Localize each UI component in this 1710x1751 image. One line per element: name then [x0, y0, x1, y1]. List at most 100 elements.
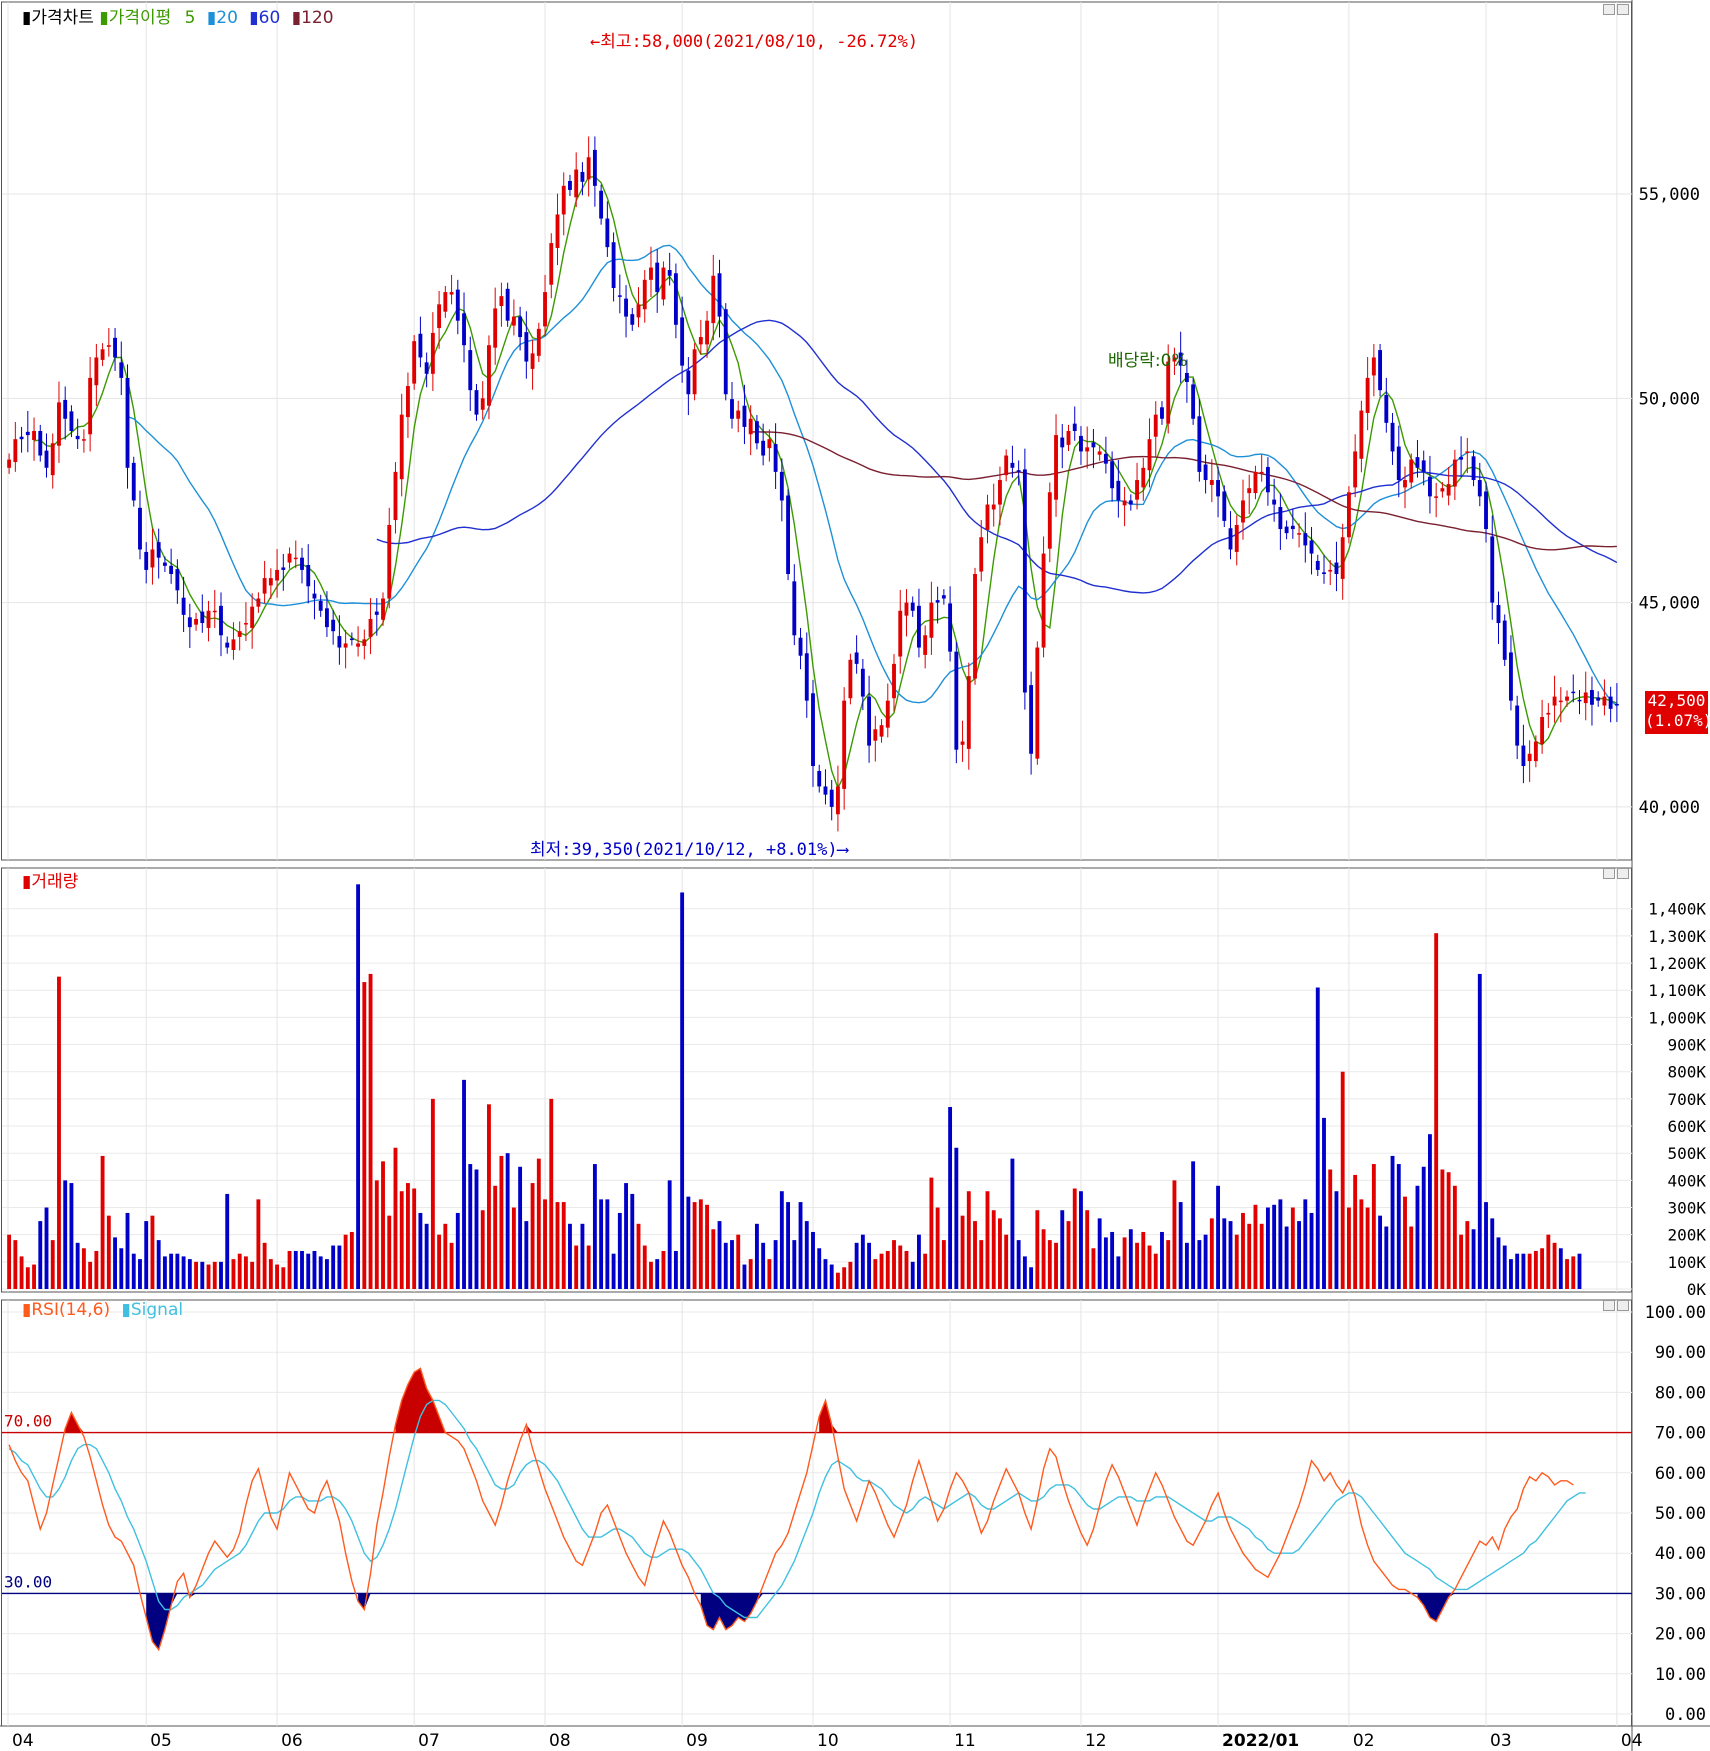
volume-legend-marker: ▮: [22, 872, 32, 892]
volume-bar: [119, 1248, 124, 1289]
volume-bar: [998, 1218, 1002, 1289]
volume-bar: [275, 1264, 280, 1289]
candle-body: [368, 618, 373, 637]
candle-body: [287, 553, 292, 563]
candle-body: [399, 414, 404, 480]
candle-body: [885, 700, 890, 728]
volume-bar: [811, 1231, 815, 1289]
candle-body: [673, 273, 678, 325]
candle-body: [1284, 526, 1289, 534]
volume-bar: [1141, 1231, 1146, 1289]
candle-body: [1396, 446, 1401, 481]
candle-body: [1066, 431, 1071, 445]
volume-pane-minimize-button[interactable]: [1603, 868, 1615, 879]
price-pane-minimize-button[interactable]: [1603, 4, 1615, 15]
volume-bar: [443, 1223, 448, 1289]
candle-body: [50, 443, 55, 476]
candle-body: [1259, 471, 1264, 474]
ma120-legend-marker: ▮: [291, 8, 302, 28]
candle-body: [804, 653, 809, 701]
candle-body: [649, 267, 653, 280]
date-tick-label: 04: [12, 1731, 34, 1751]
candle-body: [1253, 471, 1258, 494]
volume-bar: [268, 1259, 273, 1289]
candle-body: [424, 362, 429, 374]
volume-bar: [655, 1259, 660, 1289]
candle-body: [536, 328, 541, 356]
volume-bar: [1403, 1196, 1407, 1289]
price-tick-label: 40,000: [1639, 798, 1700, 818]
volume-bar: [518, 1166, 523, 1289]
candle-body: [1222, 491, 1227, 521]
candle-body: [393, 471, 398, 521]
volume-bar: [505, 1153, 510, 1289]
volume-bar: [543, 1199, 547, 1289]
stock-chart[interactable]: 55,000 50,000 45,000 40,000 1,400K 1,300K 1,20…: [0, 0, 1710, 1751]
candle-body: [723, 309, 728, 395]
candle-body: [1147, 439, 1152, 471]
volume-bar: [848, 1261, 853, 1289]
rsi-legend-marker: ▮: [22, 1300, 32, 1320]
volume-bar: [860, 1234, 865, 1289]
candle-body: [605, 218, 610, 248]
volume-bar: [1390, 1155, 1395, 1289]
volume-bar: [1160, 1231, 1164, 1289]
candle-body: [443, 292, 448, 312]
candle-body: [499, 296, 504, 306]
price-pane-close-button[interactable]: [1617, 4, 1629, 15]
candle-body: [954, 651, 959, 750]
candle-body: [406, 386, 410, 418]
volume-bar: [748, 1259, 753, 1289]
candle-body: [412, 341, 417, 384]
candle-body: [543, 292, 547, 327]
volume-bar: [1452, 1185, 1457, 1289]
volume-bar: [611, 1253, 616, 1289]
candle-body: [1502, 620, 1507, 660]
candle-body: [1060, 437, 1065, 448]
volume-bar: [262, 1242, 267, 1289]
candle-body: [100, 349, 105, 360]
candle-body: [1228, 528, 1233, 550]
volume-bar: [1415, 1185, 1420, 1289]
candle-body: [1477, 480, 1482, 497]
volume-bar: [1122, 1237, 1127, 1289]
volume-bar: [1066, 1221, 1071, 1289]
rsi-pane-close-button[interactable]: [1617, 1300, 1629, 1311]
candle-body: [686, 370, 691, 395]
candle-body: [206, 610, 211, 628]
candle-body: [119, 362, 124, 378]
volume-bar: [511, 1207, 516, 1289]
candle-body: [1265, 466, 1270, 493]
volume-bar: [1421, 1166, 1426, 1289]
volume-bar: [462, 1079, 466, 1289]
volume-bar: [169, 1253, 174, 1289]
candle-body: [941, 595, 946, 599]
current-price-change: (1.07%): [1645, 711, 1710, 730]
candle-body: [1309, 540, 1314, 554]
rsi-pane-minimize-button[interactable]: [1603, 1300, 1615, 1311]
candle-body: [187, 617, 192, 628]
candle-body: [574, 169, 579, 198]
candle-body: [1546, 712, 1551, 715]
candle-body: [767, 439, 772, 449]
candle-body: [1565, 696, 1569, 701]
candle-body: [1328, 569, 1333, 572]
volume-pane-close-button[interactable]: [1617, 868, 1629, 879]
volume-tick-label: 0K: [1687, 1280, 1707, 1299]
candle-body: [624, 298, 628, 317]
volume-bar: [1546, 1234, 1551, 1289]
candle-body: [1315, 560, 1320, 570]
candle-body: [1596, 697, 1601, 701]
volume-bar: [306, 1253, 311, 1289]
candle-body: [904, 602, 909, 616]
date-tick-label: 10: [817, 1731, 839, 1751]
volume-bar: [300, 1250, 304, 1289]
candle-body: [449, 292, 454, 295]
candle-body: [1116, 480, 1121, 501]
candle-body: [979, 537, 984, 572]
candle-body: [381, 598, 385, 620]
candle-body: [998, 480, 1002, 505]
volume-bar: [44, 1207, 49, 1289]
volume-bar: [599, 1199, 604, 1289]
volume-bar: [1409, 1226, 1414, 1289]
